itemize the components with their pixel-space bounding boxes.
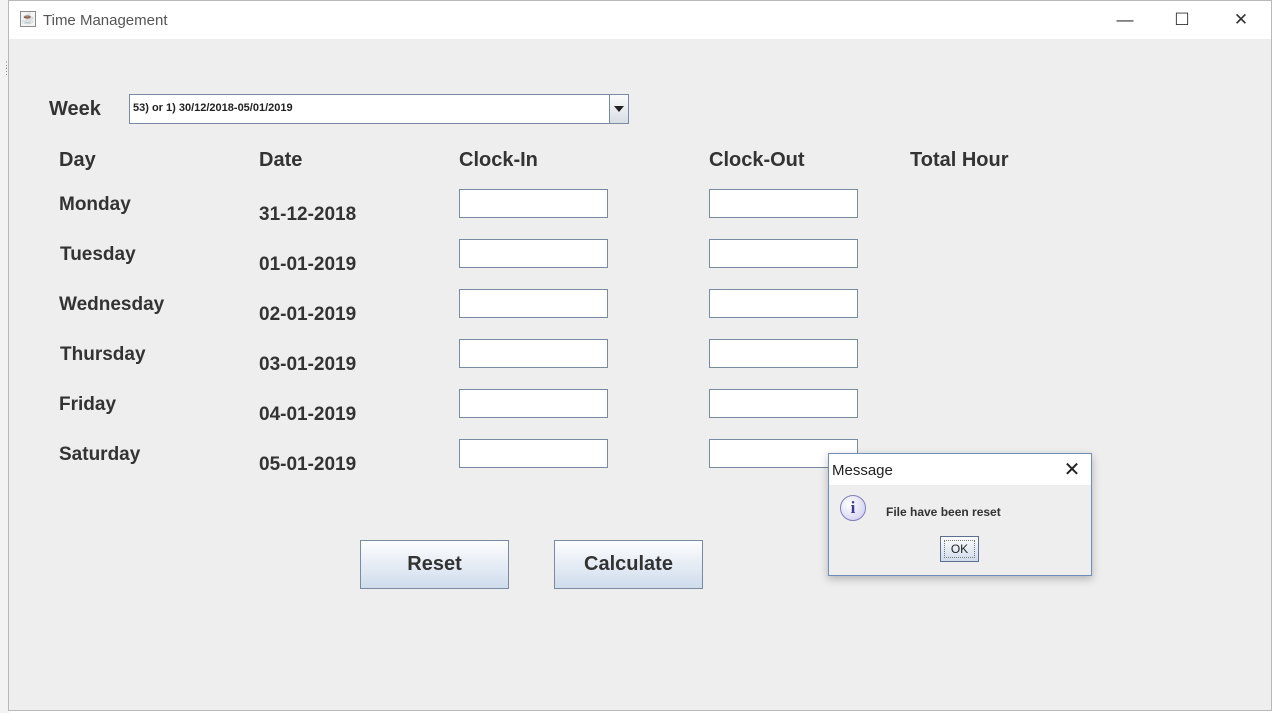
calculate-button[interactable]: Calculate <box>554 540 703 589</box>
header-total-hour: Total Hour <box>910 149 1009 171</box>
title-bar: ☕ Time Management — ☐ ✕ <box>9 1 1271 39</box>
clock-in-field[interactable] <box>459 339 608 368</box>
clock-out-field[interactable] <box>709 289 858 318</box>
reset-button[interactable]: Reset <box>360 540 509 589</box>
minimize-button[interactable]: — <box>1102 1 1148 39</box>
dialog-title-bar: Message ✕ <box>829 454 1091 485</box>
day-label: Monday <box>59 194 131 215</box>
week-select[interactable]: 53) or 1) 30/12/2018-05/01/2019 <box>129 94 629 124</box>
dialog-message: File have been reset <box>886 505 1001 519</box>
clock-out-field[interactable] <box>709 239 858 268</box>
message-dialog: Message ✕ i File have been reset OK <box>828 453 1092 576</box>
clock-in-field[interactable] <box>459 289 608 318</box>
date-label: 31-12-2018 <box>259 204 357 225</box>
date-label: 04-01-2019 <box>259 404 357 425</box>
week-dropdown-button[interactable] <box>609 95 628 123</box>
clock-out-field[interactable] <box>709 339 858 368</box>
clock-in-field[interactable] <box>459 439 608 468</box>
date-label: 02-01-2019 <box>259 304 357 325</box>
date-label: 03-01-2019 <box>259 354 357 375</box>
info-icon: i <box>840 495 866 521</box>
header-clock-out: Clock-Out <box>709 149 805 171</box>
dialog-close-button[interactable]: ✕ <box>1058 456 1086 484</box>
day-label: Wednesday <box>59 294 165 315</box>
week-label: Week <box>49 98 101 120</box>
clock-out-field[interactable] <box>709 189 858 218</box>
maximize-button[interactable]: ☐ <box>1159 1 1205 39</box>
header-day: Day <box>59 149 96 171</box>
day-label: Tuesday <box>60 244 136 265</box>
chevron-down-icon <box>614 106 624 112</box>
header-date: Date <box>259 149 303 171</box>
header-clock-in: Clock-In <box>459 149 538 171</box>
clock-in-field[interactable] <box>459 189 608 218</box>
day-label: Saturday <box>59 444 141 465</box>
close-button[interactable]: ✕ <box>1218 1 1264 39</box>
clock-in-field[interactable] <box>459 239 608 268</box>
focus-ring <box>944 540 975 558</box>
java-app-icon: ☕ <box>20 11 36 27</box>
dialog-title: Message <box>832 462 893 479</box>
clock-out-field[interactable] <box>709 389 858 418</box>
date-label: 01-01-2019 <box>259 254 357 275</box>
clock-in-field[interactable] <box>459 389 608 418</box>
desktop-grip-icon: ⋮ ⋮ <box>2 60 11 76</box>
window-title: Time Management <box>43 12 168 29</box>
day-label: Thursday <box>60 344 146 365</box>
ok-button[interactable]: OK <box>940 536 979 562</box>
day-label: Friday <box>59 394 117 415</box>
time-management-window: ☕ Time Management — ☐ ✕ Week 53) or 1) 3… <box>8 0 1272 711</box>
week-select-value: 53) or 1) 30/12/2018-05/01/2019 <box>133 102 293 114</box>
date-label: 05-01-2019 <box>259 454 357 475</box>
